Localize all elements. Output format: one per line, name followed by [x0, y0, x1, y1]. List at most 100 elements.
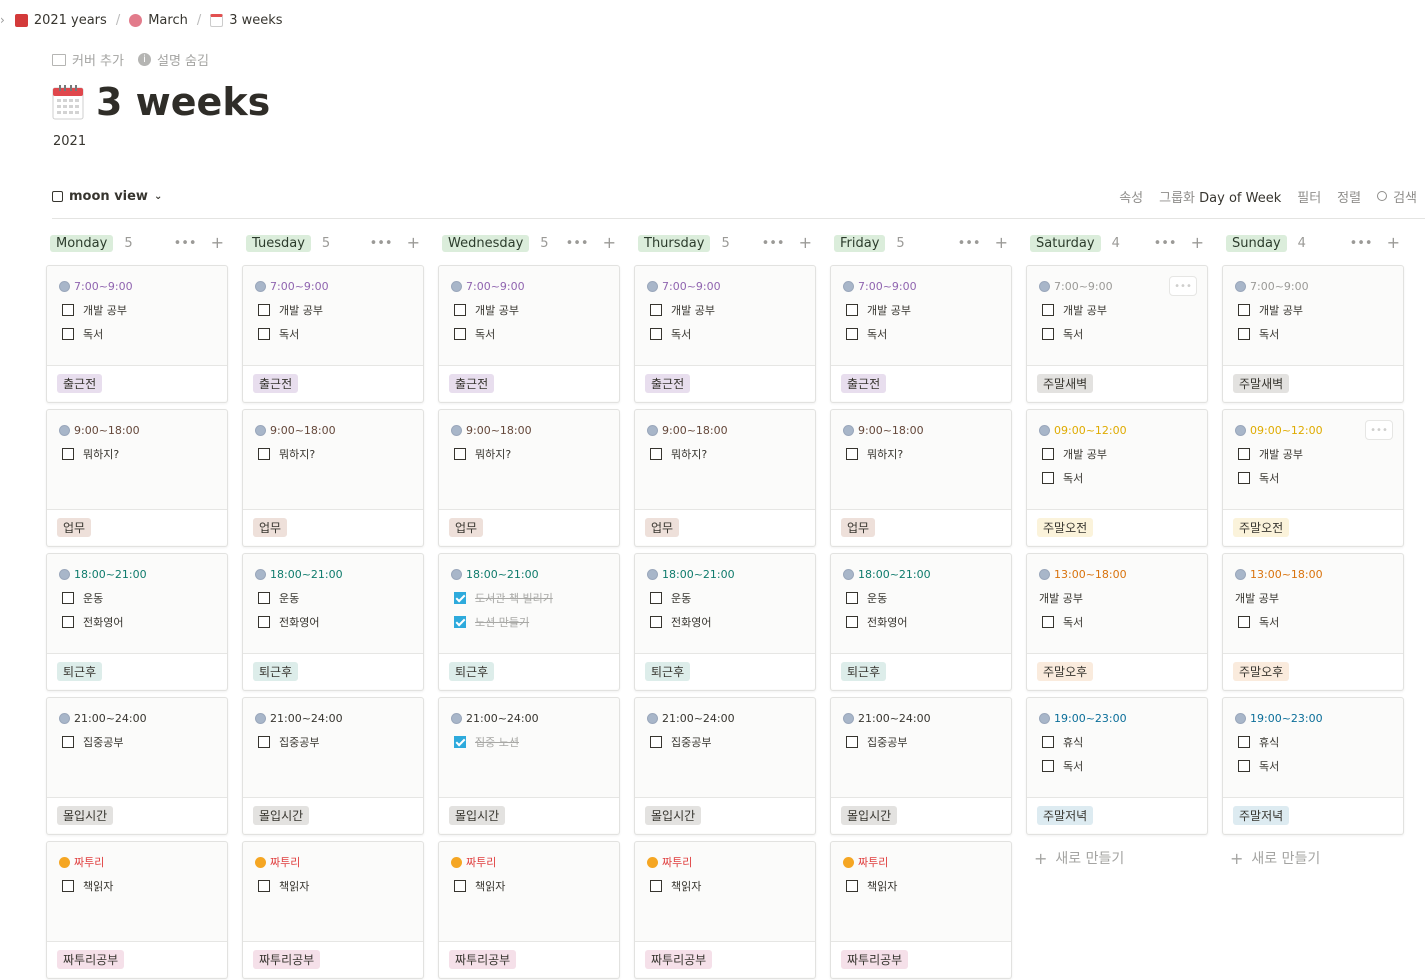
- board-card[interactable]: 19:00~23:00 휴식 독서 주말저녁: [1222, 697, 1404, 835]
- board-card[interactable]: 21:00~24:00 집중공부 몰입시간: [46, 697, 228, 835]
- todo-checkbox[interactable]: [62, 304, 74, 316]
- column-title[interactable]: Sunday: [1226, 234, 1287, 252]
- todo-checkbox[interactable]: [650, 736, 662, 748]
- todo-checkbox[interactable]: [454, 880, 466, 892]
- board-card[interactable]: 9:00~18:00 뭐하지? 업무: [242, 409, 424, 547]
- board-card[interactable]: 18:00~21:00 운동 전화영어 퇴근후: [634, 553, 816, 691]
- todo-checkbox[interactable]: [650, 328, 662, 340]
- column-title[interactable]: Thursday: [638, 234, 711, 252]
- chevron-right-icon[interactable]: ›: [0, 13, 5, 27]
- todo-checkbox[interactable]: [846, 616, 858, 628]
- todo-checkbox[interactable]: [454, 736, 466, 748]
- hide-description-button[interactable]: i 설명 숨김: [137, 50, 209, 69]
- board-card[interactable]: 18:00~21:00 운동 전화영어 퇴근후: [242, 553, 424, 691]
- plus-icon[interactable]: +: [407, 234, 420, 251]
- board-card[interactable]: 짜투리 책읽자 짜투리공부: [830, 841, 1012, 979]
- todo-checkbox[interactable]: [846, 328, 858, 340]
- todo-checkbox[interactable]: [1042, 328, 1054, 340]
- todo-checkbox[interactable]: [454, 592, 466, 604]
- new-card-button[interactable]: + 새로 만들기: [1034, 848, 1124, 868]
- column-title[interactable]: Friday: [834, 234, 886, 252]
- board-card[interactable]: 09:00~12:00 개발 공부 독서 주말오전 •••: [1222, 409, 1404, 547]
- todo-checkbox[interactable]: [846, 736, 858, 748]
- more-icon[interactable]: •••: [1154, 236, 1177, 251]
- todo-checkbox[interactable]: [650, 592, 662, 604]
- group-by-button[interactable]: 그룹화 Day of Week: [1159, 187, 1281, 206]
- board-card[interactable]: 21:00~24:00 집중 노션 몰입시간: [438, 697, 620, 835]
- todo-checkbox[interactable]: [650, 304, 662, 316]
- view-selector[interactable]: moon view ⌄: [52, 189, 162, 204]
- todo-checkbox[interactable]: [258, 448, 270, 460]
- todo-checkbox[interactable]: [846, 304, 858, 316]
- breadcrumb-item-month[interactable]: March: [129, 13, 188, 28]
- board-card[interactable]: 7:00~9:00 개발 공부 독서 출근전: [634, 265, 816, 403]
- plus-icon[interactable]: +: [1387, 234, 1400, 251]
- board-card[interactable]: 21:00~24:00 집중공부 몰입시간: [830, 697, 1012, 835]
- board-card[interactable]: 13:00~18:00 개발 공부 독서 주말오후: [1026, 553, 1208, 691]
- todo-checkbox[interactable]: [62, 448, 74, 460]
- column-title[interactable]: Wednesday: [442, 234, 530, 252]
- board-card[interactable]: 9:00~18:00 뭐하지? 업무: [438, 409, 620, 547]
- properties-button[interactable]: 속성: [1119, 187, 1143, 206]
- board-card[interactable]: 짜투리 책읽자 짜투리공부: [242, 841, 424, 979]
- board-card[interactable]: 짜투리 책읽자 짜투리공부: [46, 841, 228, 979]
- todo-checkbox[interactable]: [1042, 736, 1054, 748]
- todo-checkbox[interactable]: [454, 448, 466, 460]
- board-card[interactable]: 13:00~18:00 개발 공부 독서 주말오후: [1222, 553, 1404, 691]
- todo-checkbox[interactable]: [62, 736, 74, 748]
- todo-checkbox[interactable]: [846, 592, 858, 604]
- todo-checkbox[interactable]: [1238, 304, 1250, 316]
- todo-checkbox[interactable]: [1238, 328, 1250, 340]
- todo-checkbox[interactable]: [650, 880, 662, 892]
- more-icon[interactable]: •••: [566, 236, 589, 251]
- board-card[interactable]: 18:00~21:00 운동 전화영어 퇴근후: [46, 553, 228, 691]
- column-title[interactable]: Saturday: [1030, 234, 1101, 252]
- todo-checkbox[interactable]: [258, 616, 270, 628]
- board-card[interactable]: 21:00~24:00 집중공부 몰입시간: [634, 697, 816, 835]
- column-title[interactable]: Monday: [50, 234, 114, 252]
- calendar-icon[interactable]: [52, 84, 84, 120]
- board-card[interactable]: 짜투리 책읽자 짜투리공부: [438, 841, 620, 979]
- plus-icon[interactable]: +: [603, 234, 616, 251]
- plus-icon[interactable]: +: [211, 234, 224, 251]
- todo-checkbox[interactable]: [846, 880, 858, 892]
- page-title[interactable]: 3 weeks: [96, 80, 270, 124]
- more-icon[interactable]: •••: [958, 236, 981, 251]
- todo-checkbox[interactable]: [258, 592, 270, 604]
- board-card[interactable]: 7:00~9:00 개발 공부 독서 출근전: [830, 265, 1012, 403]
- card-more-icon[interactable]: •••: [1365, 420, 1393, 440]
- todo-checkbox[interactable]: [1238, 760, 1250, 772]
- todo-checkbox[interactable]: [62, 880, 74, 892]
- sort-button[interactable]: 정렬: [1337, 187, 1361, 206]
- column-title[interactable]: Tuesday: [246, 234, 311, 252]
- board-card[interactable]: 19:00~23:00 휴식 독서 주말저녁: [1026, 697, 1208, 835]
- board-card[interactable]: 7:00~9:00 개발 공부 독서 주말새벽: [1222, 265, 1404, 403]
- todo-checkbox[interactable]: [1238, 736, 1250, 748]
- todo-checkbox[interactable]: [62, 328, 74, 340]
- more-icon[interactable]: •••: [174, 236, 197, 251]
- board-card[interactable]: 18:00~21:00 도서관 책 빌리기 노션 만들기 퇴근후: [438, 553, 620, 691]
- filter-button[interactable]: 필터: [1297, 187, 1321, 206]
- board-card[interactable]: 9:00~18:00 뭐하지? 업무: [634, 409, 816, 547]
- todo-checkbox[interactable]: [258, 328, 270, 340]
- todo-checkbox[interactable]: [258, 736, 270, 748]
- todo-checkbox[interactable]: [1042, 760, 1054, 772]
- todo-checkbox[interactable]: [650, 448, 662, 460]
- board-card[interactable]: 7:00~9:00 개발 공부 독서 주말새벽 •••: [1026, 265, 1208, 403]
- todo-checkbox[interactable]: [846, 448, 858, 460]
- plus-icon[interactable]: +: [1191, 234, 1204, 251]
- board-card[interactable]: 9:00~18:00 뭐하지? 업무: [830, 409, 1012, 547]
- card-more-icon[interactable]: •••: [1169, 276, 1197, 296]
- todo-checkbox[interactable]: [1042, 616, 1054, 628]
- todo-checkbox[interactable]: [1238, 616, 1250, 628]
- more-icon[interactable]: •••: [1350, 236, 1373, 251]
- todo-checkbox[interactable]: [62, 616, 74, 628]
- todo-checkbox[interactable]: [1042, 472, 1054, 484]
- board-card[interactable]: 7:00~9:00 개발 공부 독서 출근전: [46, 265, 228, 403]
- todo-checkbox[interactable]: [650, 616, 662, 628]
- todo-checkbox[interactable]: [1042, 304, 1054, 316]
- page-description[interactable]: 2021: [53, 134, 86, 149]
- board-card[interactable]: 7:00~9:00 개발 공부 독서 출근전: [242, 265, 424, 403]
- todo-checkbox[interactable]: [258, 304, 270, 316]
- plus-icon[interactable]: +: [995, 234, 1008, 251]
